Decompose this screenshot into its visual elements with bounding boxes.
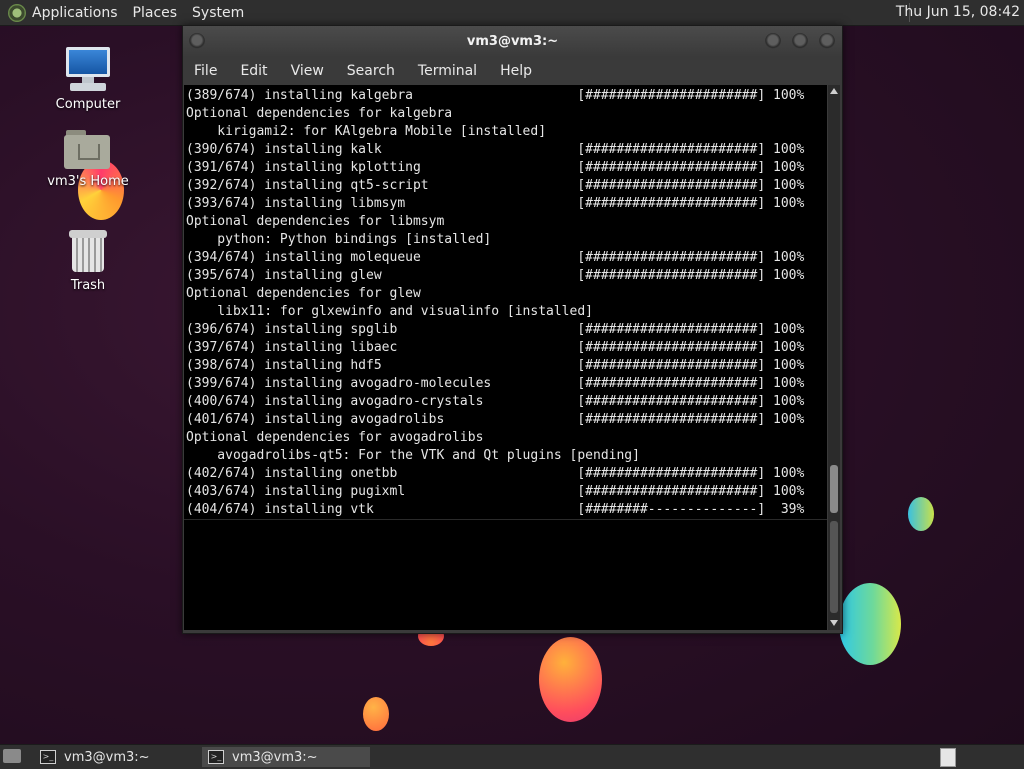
home-folder-icon [64,130,112,170]
menu-applications[interactable]: Applications [32,5,118,21]
terminal-output[interactable]: (389/674) installing kalgebra [#########… [184,85,827,630]
terminal-line: (389/674) installing kalgebra [#########… [186,88,805,103]
terminal-line: (403/674) installing pugixml [##########… [186,484,805,499]
taskbar-item-label: vm3@vm3:~ [232,749,318,765]
top-panel: Applications Places System Thu Jun 15, 0… [0,0,1024,26]
desktop-icon-label: vm3's Home [47,174,129,189]
terminal-icon: >_ [208,750,224,764]
menu-help[interactable]: Help [500,63,532,79]
terminal-line: python: Python bindings [installed] [186,232,492,247]
terminal-line: (396/674) installing spglib [###########… [186,322,805,337]
terminal-line: (400/674) installing avogadro-crystals [… [186,394,805,409]
desktop-icon-computer[interactable]: Computer [38,47,138,112]
terminal-line: (404/674) installing vtk [########------… [186,502,805,517]
wallpaper-bubble [908,497,934,531]
terminal-scrollbar[interactable] [828,85,840,630]
terminal-line: (392/674) installing qt5-script [#######… [186,178,805,193]
wallpaper-bubble [539,637,602,722]
menu-terminal[interactable]: Terminal [418,63,477,79]
menu-search[interactable]: Search [347,63,395,79]
close-button[interactable] [819,33,835,49]
wallpaper-bubble [363,697,389,731]
desktop-icon-label: Computer [55,97,121,112]
terminal-line: (401/674) installing avogadrolibs [#####… [186,412,805,427]
terminal-line: (390/674) installing kalk [#############… [186,142,805,157]
wallpaper-bubble [839,583,901,665]
window-menubar: File Edit View Search Terminal Help [183,57,842,84]
terminal-line: kirigami2: for KAlgebra Mobile [installe… [186,124,547,139]
terminal-line: (398/674) installing hdf5 [#############… [186,358,805,373]
scrollbar-lower-track [830,521,838,613]
trash-icon [69,230,107,274]
workspace-switcher[interactable] [940,748,956,767]
terminal-line: (391/674) installing kplotting [########… [186,160,805,175]
window-titlebar[interactable]: vm3@vm3:~ [183,26,842,57]
terminal-line: (399/674) installing avogadro-molecules … [186,376,805,391]
terminal-lines: (389/674) installing kalgebra [#########… [186,87,804,519]
menu-view[interactable]: View [291,63,324,79]
clock[interactable]: Thu Jun 15, 08:42 [896,4,1020,20]
distro-logo-icon[interactable] [8,3,26,22]
terminal-line: (397/674) installing libaec [###########… [186,340,805,355]
menu-edit[interactable]: Edit [240,63,267,79]
terminal-line: libx11: for glxewinfo and visualinfo [in… [186,304,593,319]
scroll-up-icon[interactable] [830,88,838,94]
maximize-button[interactable] [792,33,808,49]
scrollbar-thumb[interactable] [830,465,838,513]
menu-file[interactable]: File [194,63,217,79]
scroll-down-icon[interactable] [830,620,838,626]
minimize-button[interactable] [765,33,781,49]
taskbar-item[interactable]: >_ vm3@vm3:~ [34,747,200,767]
terminal-window: vm3@vm3:~ File Edit View Search Terminal… [182,25,843,634]
terminal-line: Optional dependencies for glew [186,286,421,301]
taskbar-item-label: vm3@vm3:~ [64,749,150,765]
computer-icon [64,47,112,93]
terminal-line: (394/674) installing molequeue [########… [186,250,805,265]
menu-system[interactable]: System [192,5,244,21]
bottom-panel: >_ vm3@vm3:~ >_ vm3@vm3:~ [0,744,1024,769]
desktop-icon-label: Trash [70,278,106,293]
desktop-icon-home[interactable]: vm3's Home [38,130,138,189]
terminal-divider [184,519,827,520]
terminal-line: (395/674) installing glew [#############… [186,268,805,283]
terminal-line: (393/674) installing libmsym [##########… [186,196,805,211]
terminal-line: avogadrolibs-qt5: For the VTK and Qt plu… [186,448,640,463]
terminal-icon: >_ [40,750,56,764]
terminal-line: Optional dependencies for libmsym [186,214,445,229]
menu-places[interactable]: Places [133,5,178,21]
desktop-icon-trash[interactable]: Trash [38,230,138,293]
terminal-line: (402/674) installing onetbb [###########… [186,466,805,481]
terminal-line: Optional dependencies for kalgebra [186,106,453,121]
window-title: vm3@vm3:~ [466,34,559,49]
terminal-line: Optional dependencies for avogadrolibs [186,430,484,445]
show-desktop-icon[interactable] [3,749,21,763]
taskbar-item-active[interactable]: >_ vm3@vm3:~ [202,747,370,767]
